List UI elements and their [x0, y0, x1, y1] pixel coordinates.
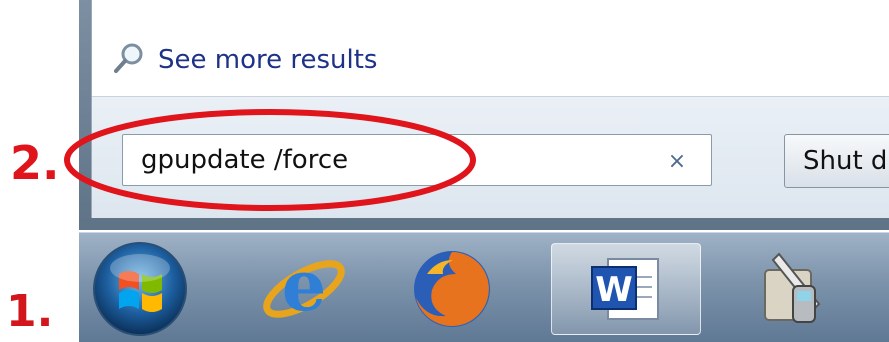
taskbar-firefox[interactable]: [397, 243, 507, 335]
taskbar-word[interactable]: W: [551, 243, 701, 335]
search-input[interactable]: gpupdate /force ×: [122, 134, 712, 186]
internet-explorer-icon: e: [263, 244, 345, 327]
pen-mobile-icon: [764, 252, 821, 323]
start-button[interactable]: [85, 242, 195, 336]
start-menu: See more results gpupdate /force × Shut …: [79, 0, 889, 230]
shut-down-button[interactable]: Shut d: [784, 134, 889, 188]
taskbar-internet-explorer[interactable]: e: [249, 243, 359, 335]
see-more-results-label: See more results: [158, 45, 378, 75]
search-results-panel: See more results: [92, 0, 889, 97]
taskbar: e W: [79, 232, 889, 342]
windows-logo-icon: [93, 242, 187, 336]
svg-text:W: W: [595, 270, 633, 310]
start-menu-body: See more results gpupdate /force × Shut …: [91, 0, 889, 218]
see-more-results-link[interactable]: See more results: [112, 40, 377, 80]
firefox-icon: [414, 251, 490, 327]
search-input-value: gpupdate /force: [141, 145, 349, 175]
microsoft-word-icon: W: [591, 258, 659, 320]
step-two-label: 2.: [10, 136, 60, 190]
shut-down-label: Shut d: [803, 146, 888, 176]
step-one-label: 1.: [6, 286, 54, 337]
search-icon: [112, 41, 146, 79]
taskbar-pen-mobile-app[interactable]: [739, 243, 849, 335]
svg-text:e: e: [282, 244, 327, 327]
clear-search-button[interactable]: ×: [663, 147, 691, 175]
